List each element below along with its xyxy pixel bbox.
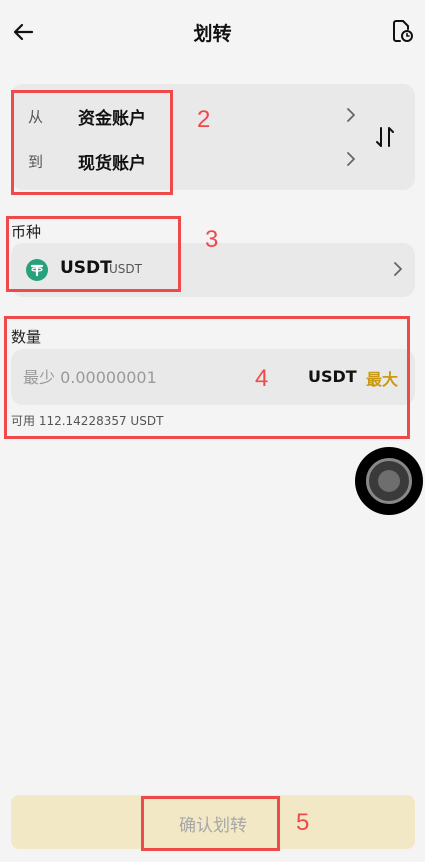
to-account-value: 现货账户 <box>78 154 146 174</box>
max-button[interactable]: 最大 <box>366 366 398 390</box>
swap-vertical-icon[interactable] <box>372 124 398 150</box>
coin-section-label: 币种 <box>11 223 42 241</box>
chevron-right-icon <box>347 152 355 166</box>
floating-assistive-button[interactable] <box>355 447 423 515</box>
assistive-dot-icon <box>378 470 400 492</box>
amount-input[interactable] <box>23 361 253 393</box>
coin-symbol: USDT <box>60 258 112 278</box>
chevron-right-icon <box>347 108 355 122</box>
amount-field: USDT 最大 <box>11 349 415 405</box>
annotation-number-3: 3 <box>205 226 219 253</box>
annotation-number-5: 5 <box>296 809 310 836</box>
chevron-right-icon <box>394 262 402 276</box>
coin-name: USDT <box>109 262 142 276</box>
confirm-transfer-button[interactable]: 确认划转 <box>11 795 415 849</box>
from-label: 从 <box>28 108 44 126</box>
page-title: 划转 <box>193 23 232 45</box>
transfer-accounts-card: 从 资金账户 到 现货账户 <box>11 84 415 190</box>
history-icon[interactable] <box>389 18 415 44</box>
annotation-number-4: 4 <box>255 365 269 392</box>
amount-unit: USDT <box>308 367 357 386</box>
from-account-value: 资金账户 <box>78 109 146 129</box>
confirm-transfer-label: 确认划转 <box>179 816 247 835</box>
top-bar: 划转 <box>0 0 425 62</box>
annotation-number-2: 2 <box>197 106 211 133</box>
amount-section-label: 数量 <box>11 328 42 346</box>
to-label: 到 <box>28 153 44 171</box>
tether-coin-icon <box>26 259 48 281</box>
assistive-ring <box>366 458 412 504</box>
available-balance: 可用 112.14228357 USDT <box>11 414 164 428</box>
